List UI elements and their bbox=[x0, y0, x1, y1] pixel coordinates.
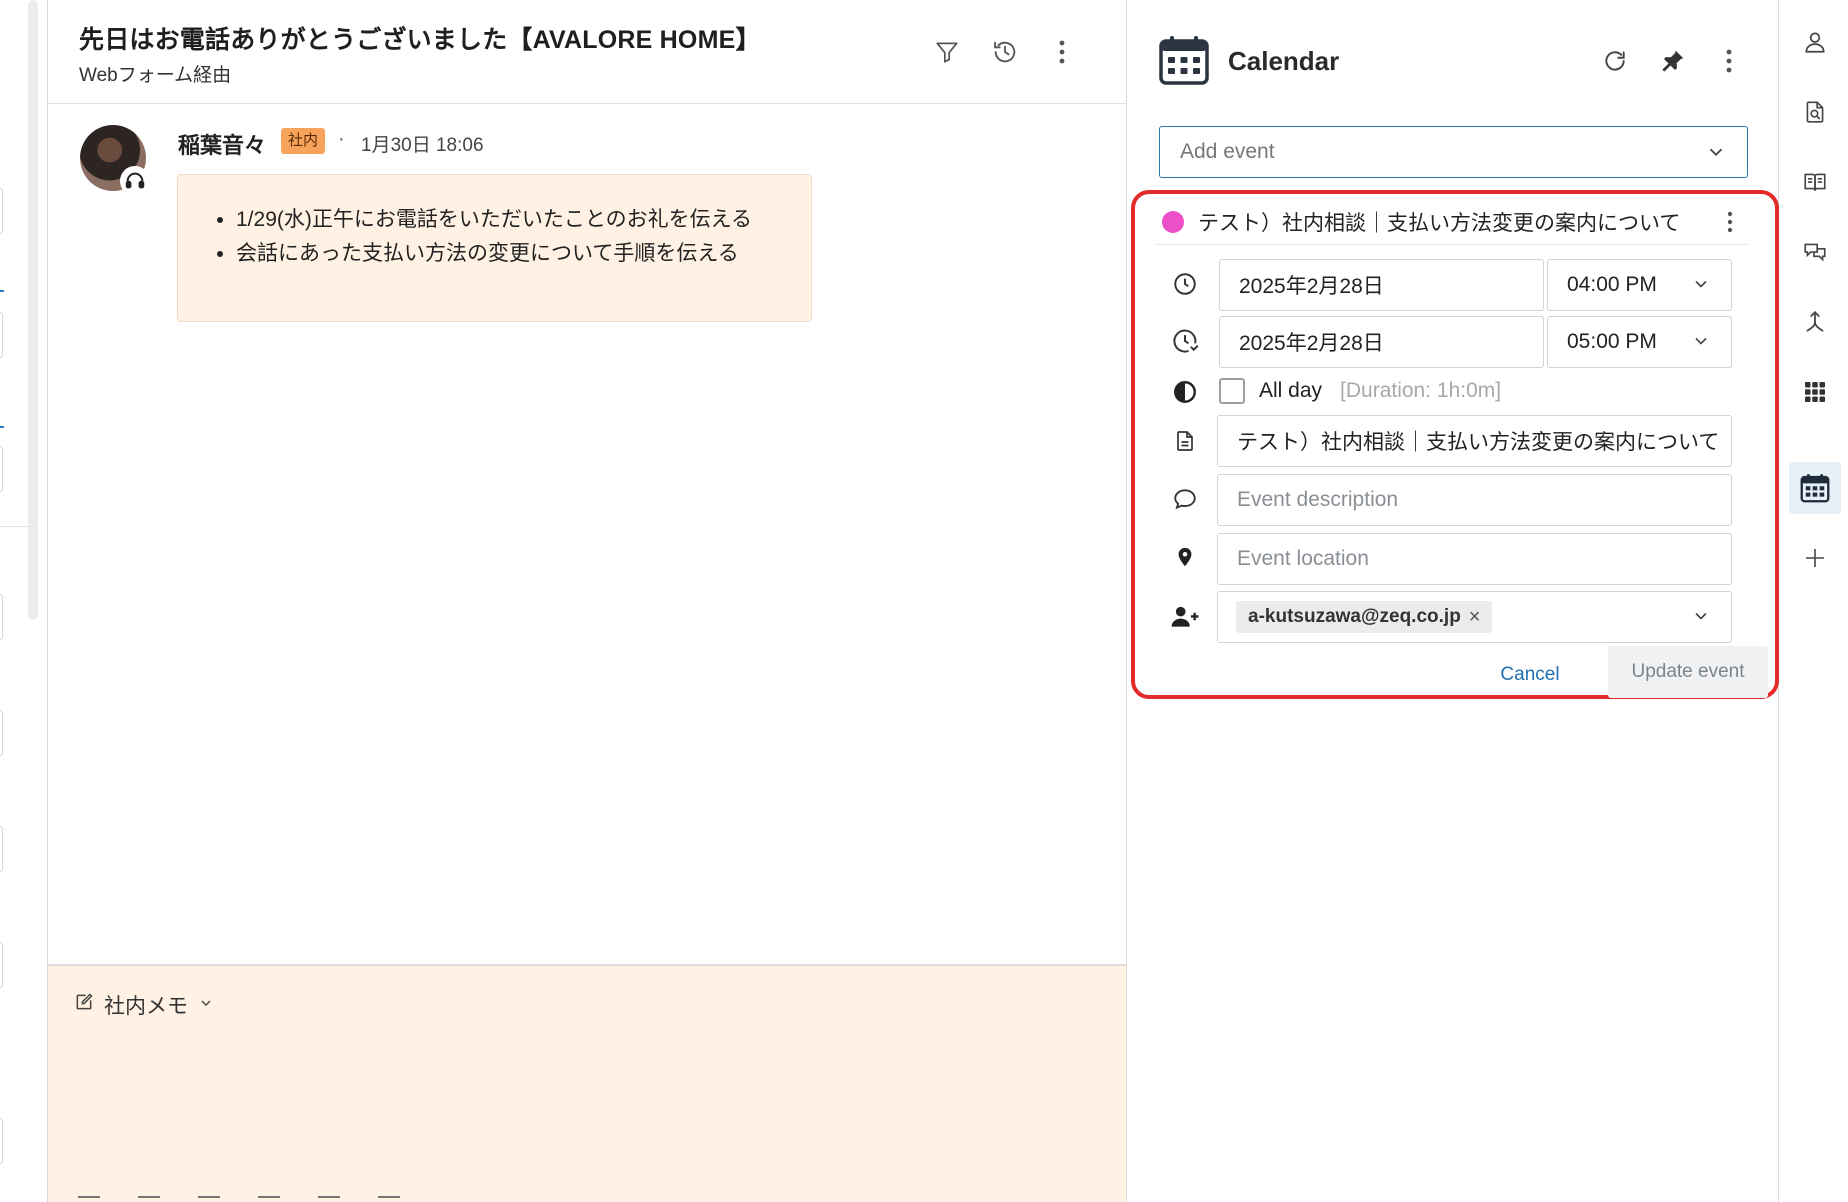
compose-mode-label: 社内メモ bbox=[104, 995, 188, 1018]
left-list-accent bbox=[0, 426, 4, 428]
left-divider bbox=[0, 526, 36, 527]
emoji-icon[interactable] bbox=[138, 1196, 160, 1202]
history-icon[interactable] bbox=[989, 36, 1021, 68]
remove-attendee-icon[interactable]: × bbox=[1469, 606, 1481, 629]
more-vertical-icon[interactable] bbox=[1718, 207, 1742, 237]
clock-icon bbox=[1170, 269, 1200, 299]
attendee-email: a-kutsuzawa@zeq.co.jp bbox=[1248, 606, 1461, 627]
compose-toolbar bbox=[78, 1196, 400, 1202]
calendar-panel: Calendar Add event テスト）社内相談｜支払い方法変更の案内につ… bbox=[1128, 0, 1779, 1202]
location-pin-icon bbox=[1170, 542, 1200, 572]
text-format-icon[interactable] bbox=[78, 1196, 100, 1202]
event-description-input[interactable]: Event description bbox=[1217, 474, 1732, 526]
left-list-item-edge[interactable] bbox=[0, 312, 3, 358]
document-icon bbox=[1170, 426, 1200, 456]
start-time-select[interactable]: 04:00 PM bbox=[1547, 259, 1732, 311]
attendee-chip: a-kutsuzawa@zeq.co.jp × bbox=[1236, 601, 1493, 633]
start-time-value: 04:00 PM bbox=[1567, 273, 1657, 296]
all-day-checkbox[interactable] bbox=[1219, 378, 1245, 404]
contrast-icon bbox=[1170, 377, 1200, 407]
more-vertical-icon[interactable] bbox=[1046, 36, 1078, 68]
left-scrollbar[interactable] bbox=[28, 0, 38, 620]
snippet-icon[interactable] bbox=[318, 1196, 340, 1202]
chat-bubbles-icon[interactable] bbox=[1793, 230, 1837, 274]
chevron-down-icon bbox=[1705, 141, 1727, 169]
add-person-icon bbox=[1170, 602, 1200, 632]
add-event-placeholder: Add event bbox=[1180, 140, 1275, 163]
internal-memo-message: 1/29(水)正午にお電話をいただいたことのお礼を伝える 会話にあった支払い方法… bbox=[177, 174, 812, 322]
chevron-down-icon bbox=[1691, 274, 1711, 300]
conversation-panel: 先日はお電話ありがとうございました【AVALORE HOME】 Webフォーム経… bbox=[47, 0, 1127, 1202]
end-time-icon bbox=[1170, 326, 1200, 356]
end-time-select[interactable]: 05:00 PM bbox=[1547, 316, 1732, 368]
left-list-item-edge[interactable] bbox=[0, 446, 3, 492]
message-timestamp: 1月30日 18:06 bbox=[361, 135, 484, 156]
link-icon[interactable] bbox=[258, 1196, 280, 1202]
message-author: 稲葉音々 bbox=[178, 133, 267, 158]
cancel-button[interactable]: Cancel bbox=[1478, 652, 1582, 698]
conversation-subject: 先日はお電話ありがとうございました【AVALORE HOME】 bbox=[79, 26, 761, 54]
end-date-field[interactable]: 2025年2月28日 bbox=[1219, 316, 1544, 368]
left-list-item-edge[interactable] bbox=[0, 594, 3, 640]
start-date-field[interactable]: 2025年2月28日 bbox=[1219, 259, 1544, 311]
compose-area[interactable]: 社内メモ bbox=[48, 964, 1126, 1202]
left-list-item-edge[interactable] bbox=[0, 710, 3, 756]
update-event-button[interactable]: Update event bbox=[1608, 646, 1768, 698]
chevron-down-icon bbox=[1691, 606, 1711, 632]
compose-mode-dropdown[interactable]: 社内メモ bbox=[74, 990, 214, 1020]
conversation-source: Webフォーム経由 bbox=[79, 65, 232, 86]
event-title-row: テスト）社内相談｜支払い方法変更の案内について bbox=[1156, 199, 1748, 245]
edit-note-icon bbox=[74, 992, 94, 1018]
duration-label: [Duration: 1h:0m] bbox=[1340, 379, 1502, 402]
template-icon[interactable] bbox=[378, 1196, 400, 1202]
left-list-accent bbox=[0, 290, 4, 292]
headset-icon bbox=[120, 166, 150, 196]
calendar-icon[interactable] bbox=[1789, 462, 1841, 514]
event-name-input[interactable]: テスト）社内相談｜支払い方法変更の案内について bbox=[1217, 415, 1732, 467]
filter-icon[interactable] bbox=[931, 36, 963, 68]
left-list-item-edge[interactable] bbox=[0, 942, 3, 988]
contact-icon[interactable] bbox=[1793, 20, 1837, 64]
list-item: 1/29(水)正午にお電話をいただいたことのお礼を伝える bbox=[236, 203, 783, 237]
apps-grid-icon[interactable] bbox=[1793, 370, 1837, 414]
left-list-item-edge[interactable] bbox=[0, 188, 3, 234]
event-title: テスト）社内相談｜支払い方法変更の案内について bbox=[1198, 211, 1681, 235]
calendar-header: Calendar bbox=[1128, 0, 1778, 110]
internal-badge: 社内 bbox=[281, 128, 326, 154]
meta-separator: · bbox=[338, 128, 345, 150]
list-item: 会話にあった支払い方法の変更について手順を伝える bbox=[236, 237, 783, 271]
book-icon[interactable] bbox=[1793, 160, 1837, 204]
add-event-dropdown[interactable]: Add event bbox=[1159, 126, 1748, 178]
more-vertical-icon[interactable] bbox=[1712, 44, 1746, 78]
refresh-icon[interactable] bbox=[1598, 44, 1632, 78]
chevron-down-icon bbox=[198, 993, 214, 1017]
conversation-header: 先日はお電話ありがとうございました【AVALORE HOME】 Webフォーム経… bbox=[48, 0, 1126, 104]
all-day-label: All day bbox=[1259, 379, 1323, 402]
chevron-down-icon bbox=[1691, 331, 1711, 357]
attendees-select[interactable]: a-kutsuzawa@zeq.co.jp × bbox=[1217, 591, 1732, 643]
left-list-item-edge[interactable] bbox=[0, 1118, 3, 1164]
end-time-value: 05:00 PM bbox=[1567, 330, 1657, 353]
memo-bullet-list: 1/29(水)正午にお電話をいただいたことのお礼を伝える 会話にあった支払い方法… bbox=[214, 203, 783, 271]
calendar-title: Calendar bbox=[1228, 46, 1340, 76]
add-icon[interactable] bbox=[1793, 536, 1837, 580]
event-location-input[interactable]: Event location bbox=[1217, 533, 1732, 585]
all-day-row: All day [Duration: 1h:0m] bbox=[1219, 378, 1501, 404]
right-sidebar bbox=[1780, 0, 1848, 1202]
calendar-app-icon bbox=[1158, 34, 1210, 86]
event-color-dot[interactable] bbox=[1162, 210, 1184, 233]
merge-icon[interactable] bbox=[1793, 300, 1837, 344]
left-list-item-edge[interactable] bbox=[0, 826, 3, 872]
attach-icon[interactable] bbox=[198, 1196, 220, 1202]
pin-icon[interactable] bbox=[1656, 44, 1690, 78]
document-search-icon[interactable] bbox=[1793, 90, 1837, 134]
left-list-edge bbox=[0, 0, 38, 1202]
comment-icon bbox=[1170, 484, 1200, 514]
